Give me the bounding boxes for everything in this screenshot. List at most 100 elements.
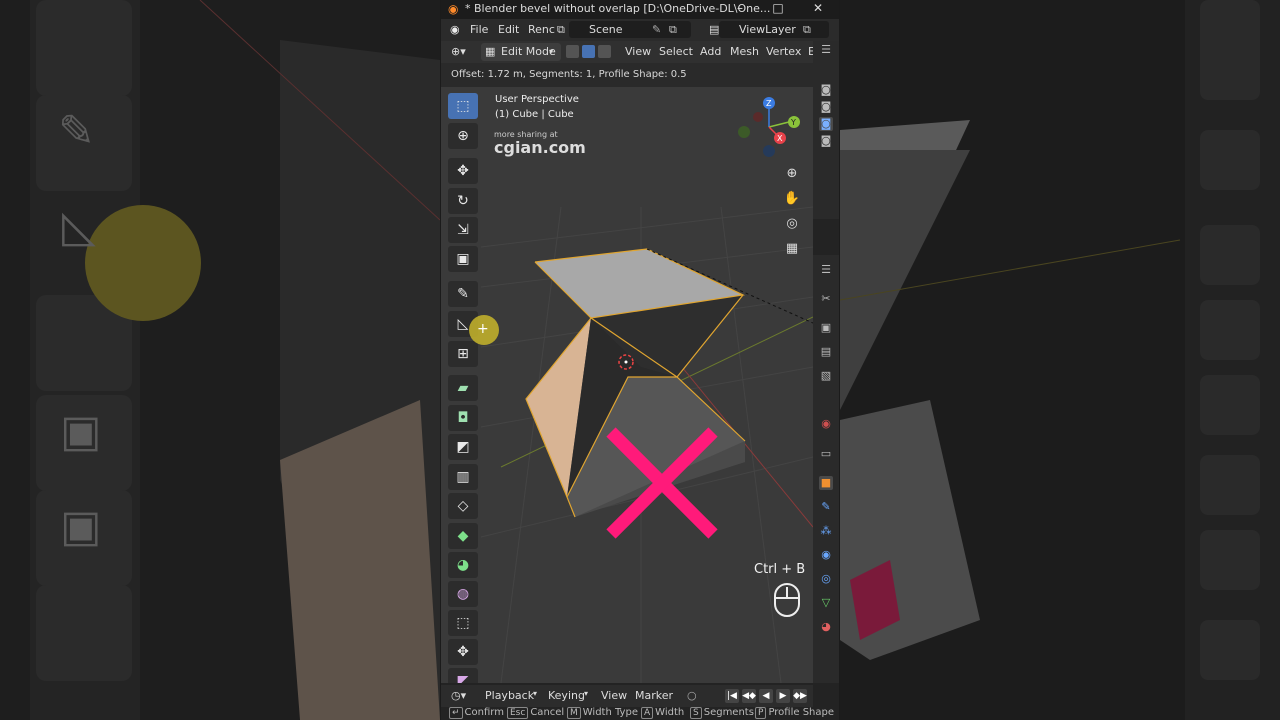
loop-cut-icon[interactable]: ▥ (448, 464, 478, 490)
knife-icon[interactable]: ◇ (448, 493, 478, 519)
editor-type-icon[interactable]: ⊕▾ (451, 45, 466, 58)
next-keyframe-icon[interactable]: ◆▶ (793, 689, 807, 703)
select-box-icon[interactable]: ⬚ (448, 93, 478, 119)
smooth-icon[interactable]: ◍ (448, 581, 478, 607)
spin-icon[interactable]: ◕ (448, 552, 478, 578)
close-button[interactable]: ✕ (803, 0, 833, 19)
menu-marker[interactable]: Marker (635, 689, 673, 702)
modifier-properties-icon[interactable]: ✎ (819, 500, 833, 514)
backdrop-tile (1200, 130, 1260, 190)
edge-select-button[interactable] (582, 45, 595, 58)
zoom-icon[interactable]: ⊕ (781, 163, 803, 185)
camera-visibility-icon[interactable]: ◙ (819, 134, 833, 148)
backdrop-tile (1200, 455, 1260, 515)
constraints-properties-icon[interactable]: ◎ (819, 572, 833, 586)
camera-view-icon[interactable]: ◎ (781, 213, 803, 235)
jump-start-icon[interactable]: |◀ (725, 689, 739, 703)
menu-vertex[interactable]: Vertex (766, 45, 801, 58)
scale-icon[interactable]: ⇲ (448, 217, 478, 243)
menu-edit[interactable]: Edit (498, 23, 519, 36)
move-icon[interactable]: ✥ (448, 158, 478, 184)
backdrop-properties-column (1185, 0, 1280, 720)
rip-icon[interactable]: ◤ (448, 668, 478, 683)
rotate-icon[interactable]: ↻ (448, 188, 478, 214)
scene-name: Scene (589, 23, 623, 36)
pin-icon[interactable]: ✎ (652, 23, 661, 36)
hint-segments: S Segments (690, 707, 754, 719)
maximize-button[interactable]: □ (763, 0, 793, 19)
backdrop-tile (36, 0, 132, 96)
object-properties-icon[interactable]: ■ (819, 476, 833, 490)
tool-properties-icon[interactable]: ✂ (819, 292, 833, 306)
play-icon[interactable]: ▶ (776, 689, 790, 703)
menu-select[interactable]: Select (659, 45, 693, 58)
backdrop-cursor-highlight (85, 205, 201, 321)
timeline-editor-icon[interactable]: ◷▾ (451, 689, 466, 702)
physics-properties-icon[interactable]: ◉ (819, 548, 833, 562)
output-properties-icon[interactable]: ▤ (819, 345, 833, 359)
backdrop-right (840, 0, 1280, 720)
view-layer-field[interactable]: ViewLayer (719, 21, 829, 38)
menu-timeline-view[interactable]: View (601, 689, 627, 702)
world-properties-icon[interactable]: ◉ (819, 417, 833, 431)
backdrop-measure-icon: ◺ (62, 201, 96, 252)
3d-viewport[interactable]: Z Y X User Perspective (1) Cube | Cube m… (441, 87, 813, 683)
perspective-toggle-icon[interactable]: ▦ (781, 238, 803, 260)
prev-keyframe-icon[interactable]: ◀◆ (742, 689, 756, 703)
cursor-icon[interactable]: ⊕ (448, 123, 478, 149)
mode-dropdown[interactable]: ▦ Edit Mode ▾ (481, 43, 561, 61)
bevel-icon[interactable]: ◩ (448, 434, 478, 460)
menu-playback[interactable]: Playback (485, 689, 534, 702)
view-layer-icon[interactable]: ▤ (709, 23, 719, 36)
annotate-icon[interactable]: ✎ (448, 281, 478, 307)
render-properties-icon[interactable]: ▣ (819, 321, 833, 335)
hint-confirm: ↵ Confirm (449, 707, 504, 719)
particles-properties-icon[interactable]: ⁂ (819, 524, 833, 538)
mouse-icon (774, 583, 800, 617)
poly-build-icon[interactable]: ◆ (448, 523, 478, 549)
menu-view[interactable]: View (625, 45, 651, 58)
backdrop-inset-icon: ▣ (60, 501, 102, 552)
backdrop-left: ✎ ◺ ▣ ▣ (0, 0, 440, 720)
new-view-layer-icon[interactable]: ⧉ (803, 23, 811, 37)
hint-profile-shape: P Profile Shape (755, 707, 834, 719)
material-properties-icon[interactable]: ◕ (819, 620, 833, 634)
vertex-select-button[interactable] (566, 45, 579, 58)
extrude-icon[interactable]: ▰ (448, 375, 478, 401)
camera-visibility-icon[interactable]: ◙ (819, 117, 833, 131)
blender-menu-icon[interactable]: ◉ (450, 23, 460, 36)
camera-visibility-icon[interactable]: ◙ (819, 83, 833, 97)
minimize-button[interactable]: – (725, 0, 755, 19)
backdrop-tile (1200, 300, 1260, 360)
new-scene-icon[interactable]: ⧉ (669, 23, 677, 37)
timeline-header: ◷▾ Playback ▾ Keying ▾ View Marker ○ |◀ … (441, 685, 813, 707)
play-reverse-icon[interactable]: ◀ (759, 689, 773, 703)
shrink-fatten-icon[interactable]: ⬚ (448, 610, 478, 636)
backdrop-extrude-icon: ▣ (60, 406, 102, 457)
camera-visibility-icon[interactable]: ◙ (819, 100, 833, 114)
outliner-strip: ☰ ◙ ◙ ◙ ◙ (813, 41, 839, 219)
properties-menu-icon[interactable]: ☰ (819, 263, 833, 277)
hint-width: A Width (641, 707, 684, 719)
menu-add[interactable]: Add (700, 45, 721, 58)
scene-selector-icon[interactable]: ⧉ (557, 23, 565, 37)
add-cube-icon[interactable]: ⊞ (448, 341, 478, 367)
shear-icon[interactable]: ✥ (448, 639, 478, 665)
backdrop-tile (1200, 225, 1260, 285)
menu-keying[interactable]: Keying (548, 689, 585, 702)
outliner-filter-icon[interactable]: ☰ (819, 43, 833, 57)
backdrop-tile (1200, 40, 1260, 100)
inset-icon[interactable]: ◘ (448, 405, 478, 431)
record-icon[interactable]: ○ (687, 689, 697, 702)
face-select-button[interactable] (598, 45, 611, 58)
pan-hand-icon[interactable]: ✋ (781, 188, 803, 210)
menu-mesh[interactable]: Mesh (730, 45, 759, 58)
collection-properties-icon[interactable]: ▭ (819, 447, 833, 461)
view-layer-properties-icon[interactable]: ▧ (819, 369, 833, 383)
menu-file[interactable]: File (470, 23, 488, 36)
chevron-down-icon: ▾ (533, 689, 538, 698)
menu-render[interactable]: Renc (528, 23, 555, 36)
transform-icon[interactable]: ▣ (448, 246, 478, 272)
data-properties-icon[interactable]: ▽ (819, 596, 833, 610)
mouse-cursor-icon: + (477, 321, 489, 337)
